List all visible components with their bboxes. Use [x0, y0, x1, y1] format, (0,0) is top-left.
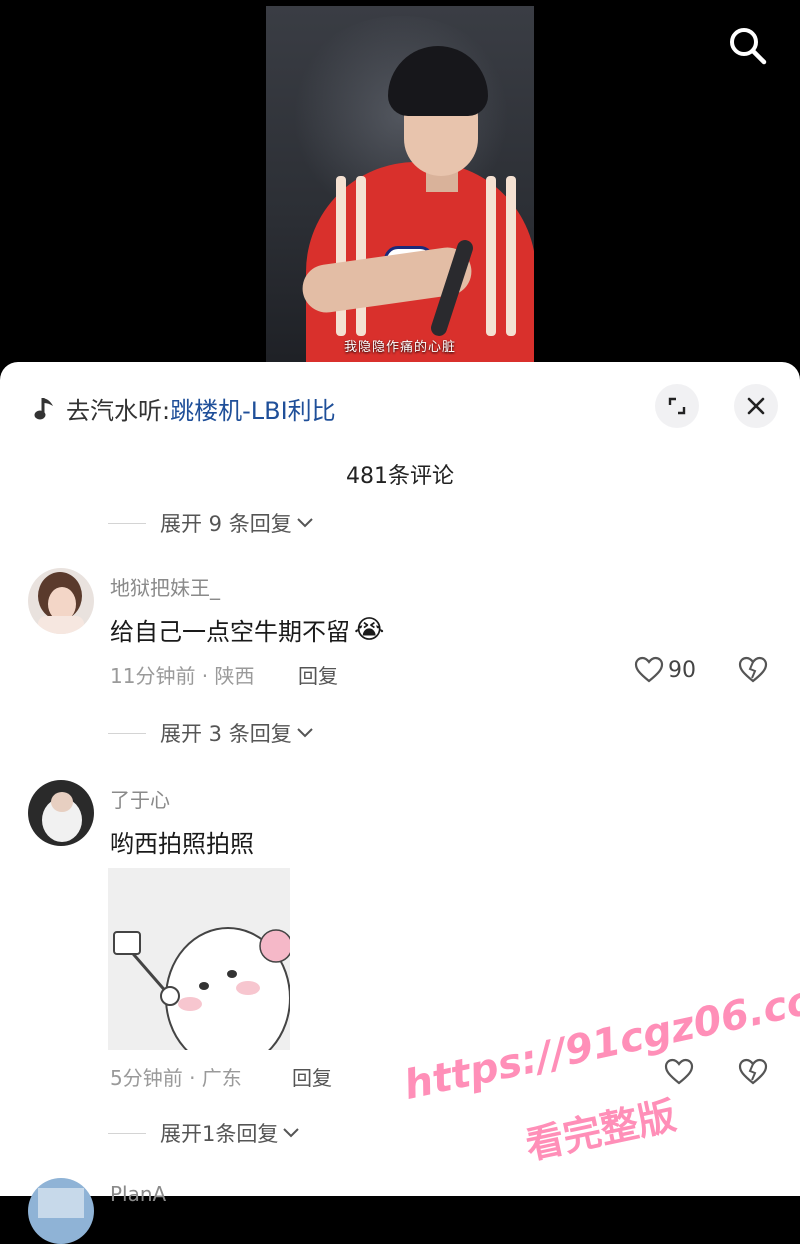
like-button[interactable]: 90 [634, 656, 696, 684]
crying-emoji-icon: 😭 [354, 614, 385, 645]
like-count: 90 [668, 657, 696, 683]
music-note-icon [34, 398, 53, 420]
broken-heart-icon [738, 656, 768, 683]
expand-icon [668, 397, 686, 415]
like-button[interactable] [664, 1058, 694, 1086]
chevron-down-icon [297, 728, 313, 738]
avatar-image [28, 1178, 94, 1244]
shirt-stripe [356, 176, 366, 336]
sticker-image[interactable] [108, 868, 290, 1050]
broken-heart-icon [738, 1058, 768, 1085]
shirt-stripe [506, 176, 516, 336]
shirt-stripe [486, 176, 496, 336]
expand-replies-button[interactable]: 展开 9 条回复 [108, 508, 314, 538]
comment-meta: 5分钟前 · 广东 [110, 1066, 242, 1090]
divider-line [108, 1132, 146, 1134]
avatar[interactable] [28, 780, 94, 846]
search-button[interactable] [724, 22, 772, 70]
comment-sheet: 去汽水听: 跳楼机-LBI利比 481条评论 展开 9 条回复 地狱把妹王_ 给… [0, 362, 800, 1244]
avatar[interactable] [28, 568, 94, 634]
expand-replies-button[interactable]: 展开1条回复 [108, 1118, 300, 1148]
avatar-image [28, 780, 94, 846]
comment-text: 哟西拍照拍照 [110, 824, 254, 859]
expand-button[interactable] [655, 384, 699, 428]
comment-meta: 11分钟前 · 陕西 [110, 664, 255, 688]
comment-username[interactable]: 了于心 [110, 784, 170, 813]
divider-line [108, 732, 146, 734]
video-area[interactable]: 我隐隐作痛的心脏 [0, 0, 800, 380]
reply-button[interactable]: 回复 [298, 660, 338, 689]
search-icon [730, 28, 767, 65]
avatar-image [28, 568, 94, 634]
heart-icon [664, 1058, 694, 1085]
divider-line [108, 522, 146, 524]
sticker-graphic [108, 868, 290, 1050]
avatar[interactable] [28, 1178, 94, 1244]
heart-icon [634, 656, 664, 683]
chevron-down-icon [283, 1128, 300, 1138]
video-subtitle: 我隐隐作痛的心脏 [343, 340, 456, 355]
music-bar[interactable]: 去汽水听: 跳楼机-LBI利比 [34, 390, 336, 426]
reply-button[interactable]: 回复 [292, 1062, 332, 1091]
chevron-down-icon [297, 518, 313, 528]
dislike-button[interactable] [738, 1058, 768, 1090]
shirt-stripe [336, 176, 346, 336]
close-button[interactable] [734, 384, 778, 428]
expand-replies-label: 展开 3 条回复 [160, 722, 292, 746]
expand-replies-button[interactable]: 展开 3 条回复 [108, 718, 314, 748]
expand-replies-label: 展开1条回复 [160, 1122, 279, 1146]
music-prefix: 去汽水听: [66, 396, 171, 425]
comment-text: 给自己一点空牛期不留 😭 [110, 612, 384, 647]
comment-username[interactable]: PlanA [110, 1182, 166, 1206]
comment-body: 给自己一点空牛期不留 [110, 618, 350, 646]
comment-username[interactable]: 地狱把妹王_ [110, 572, 220, 601]
expand-replies-label: 展开 9 条回复 [160, 512, 292, 536]
comment-body: 哟西拍照拍照 [110, 830, 254, 858]
close-icon [747, 397, 765, 415]
video-frame[interactable]: 我隐隐作痛的心脏 [266, 6, 534, 380]
music-song-link[interactable]: 跳楼机-LBI利比 [170, 391, 336, 426]
comment-count: 481条评论 [346, 464, 454, 489]
dislike-button[interactable] [738, 656, 768, 688]
